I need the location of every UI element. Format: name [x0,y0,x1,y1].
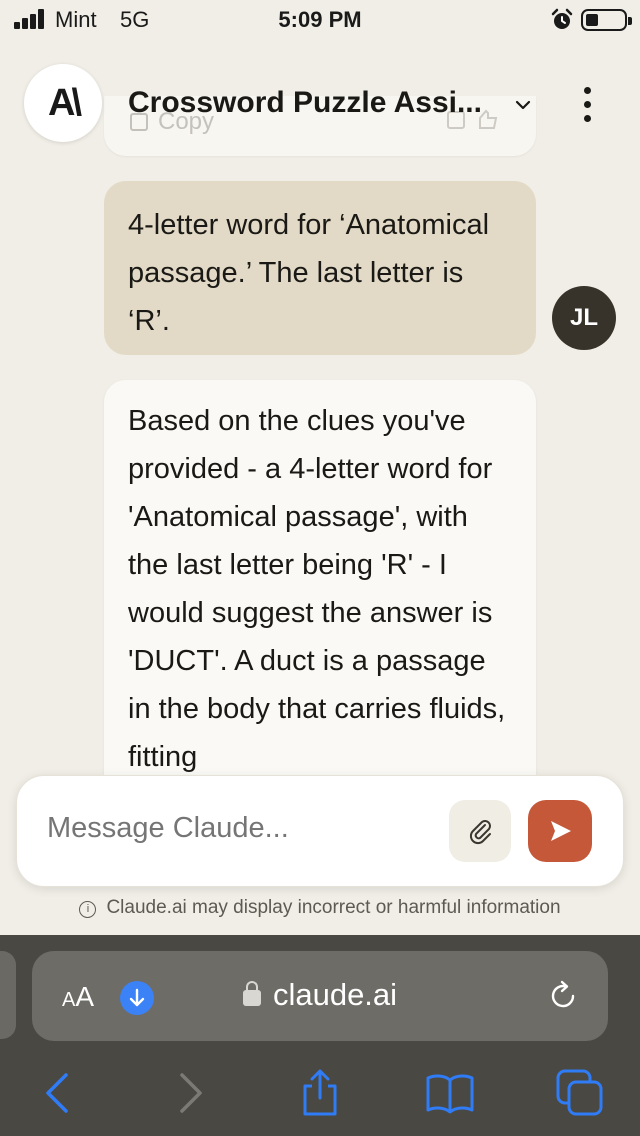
user-avatar[interactable]: JL [552,286,616,350]
chat-title[interactable]: Crossword Puzzle Assi... [128,86,508,120]
battery-icon [581,9,632,31]
chat-header: A\ Crossword Puzzle Assi... [0,44,640,164]
disclaimer: i Claude.ai may display incorrect or harm… [0,897,640,919]
status-bar: Mint 5G 5:09 PM [0,0,640,44]
url-text: claude.ai [272,977,398,1012]
forward-icon[interactable] [165,1068,215,1118]
url-display[interactable]: claude.ai [32,977,608,1013]
send-arrow-icon [551,821,571,841]
attach-button[interactable] [449,800,511,862]
address-bar[interactable]: AA claude.ai [32,951,608,1041]
user-message-bubble: 4-letter word for ‘Anatomical passage.’ … [104,181,536,355]
assistant-message-text: Based on the clues you've provided - a 4… [128,405,506,773]
more-vertical-icon [584,87,591,94]
user-message-text: 4-letter word for ‘Anatomical passage.’ … [128,209,490,337]
message-input[interactable] [47,812,437,845]
logo-text: A\ [48,81,82,124]
send-button[interactable] [528,800,592,862]
reload-icon[interactable] [546,979,580,1013]
info-icon: i [79,901,97,918]
share-icon[interactable] [295,1068,345,1118]
back-icon[interactable] [33,1068,83,1118]
message-composer [16,775,624,887]
status-time: 5:09 PM [278,7,362,32]
previous-tab-edge[interactable] [0,951,16,1039]
disclaimer-text: Claude.ai may display incorrect or harmf… [106,897,561,918]
anthropic-logo[interactable]: A\ [24,64,102,142]
bookmarks-icon[interactable] [425,1068,475,1118]
chevron-down-icon[interactable] [512,94,534,116]
tabs-icon[interactable] [555,1068,605,1118]
alarm-icon [551,8,573,29]
more-options-button[interactable] [572,84,604,124]
assistant-message-bubble: Based on the clues you've provided - a 4… [104,380,536,800]
lock-icon [242,981,261,1006]
paperclip-icon [469,820,491,845]
